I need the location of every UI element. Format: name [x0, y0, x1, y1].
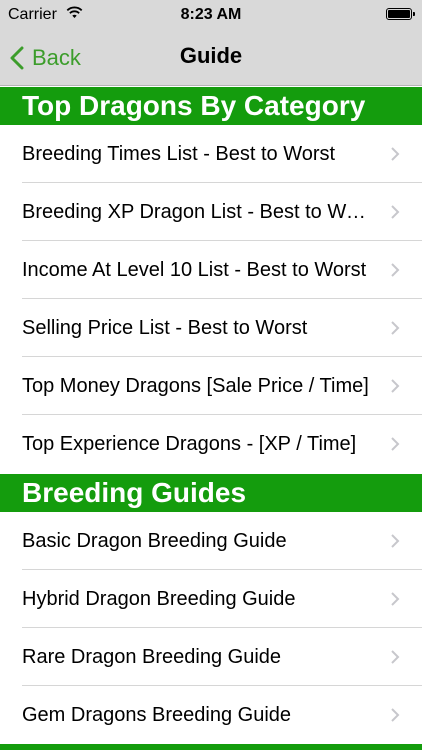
- section-header-breeding-guides: Breeding Guides: [0, 474, 422, 512]
- chevron-right-icon: [391, 147, 400, 161]
- list-item-label: Breeding Times List - Best to Worst: [22, 143, 336, 165]
- chevron-right-icon: [391, 437, 400, 451]
- list-item-label: Basic Dragon Breeding Guide: [22, 530, 287, 552]
- list-item[interactable]: Gem Dragons Breeding Guide: [0, 686, 422, 744]
- section-footer-bar: [0, 744, 422, 750]
- chevron-right-icon: [391, 534, 400, 548]
- chevron-right-icon: [391, 650, 400, 664]
- page-title: Guide: [179, 43, 243, 68]
- list-item[interactable]: Basic Dragon Breeding Guide: [0, 512, 422, 570]
- chevron-right-icon: [391, 205, 400, 219]
- list-item[interactable]: Top Experience Dragons - [XP / Time]: [0, 415, 422, 473]
- status-bar: Carrier 8:23 AM: [0, 0, 422, 30]
- battery-icon: [386, 8, 415, 20]
- chevron-right-icon: [391, 379, 400, 393]
- list-item[interactable]: Rare Dragon Breeding Guide: [0, 628, 422, 686]
- chevron-right-icon: [391, 708, 400, 722]
- section-header-top-dragons: Top Dragons By Category: [0, 87, 422, 125]
- list-item-label: Top Money Dragons [Sale Price / Time]: [22, 375, 369, 397]
- list-item[interactable]: Top Money Dragons [Sale Price / Time]: [0, 357, 422, 415]
- list-item-label: Hybrid Dragon Breeding Guide: [22, 588, 296, 610]
- chevron-right-icon: [391, 263, 400, 277]
- list-item[interactable]: Selling Price List - Best to Worst: [0, 299, 422, 357]
- list-item-label: Top Experience Dragons - [XP / Time]: [22, 433, 357, 455]
- navigation-bar: Back Guide: [0, 30, 422, 86]
- chevron-right-icon: [391, 321, 400, 335]
- list-item[interactable]: Hybrid Dragon Breeding Guide: [0, 570, 422, 628]
- list-item[interactable]: Income At Level 10 List - Best to Worst: [0, 241, 422, 299]
- list-item-label: Income At Level 10 List - Best to Worst: [22, 259, 367, 281]
- chevron-right-icon: [391, 592, 400, 606]
- list-item[interactable]: Breeding XP Dragon List - Best to Worst: [0, 183, 422, 241]
- list-item[interactable]: Breeding Times List - Best to Worst: [0, 125, 422, 183]
- list-item-label: Rare Dragon Breeding Guide: [22, 646, 282, 668]
- list-item-label: Gem Dragons Breeding Guide: [22, 704, 292, 726]
- status-time: 8:23 AM: [180, 6, 242, 23]
- list-item-label: Selling Price List - Best to Worst: [22, 317, 308, 339]
- list-item-label: Breeding XP Dragon List - Best to Worst: [22, 201, 376, 223]
